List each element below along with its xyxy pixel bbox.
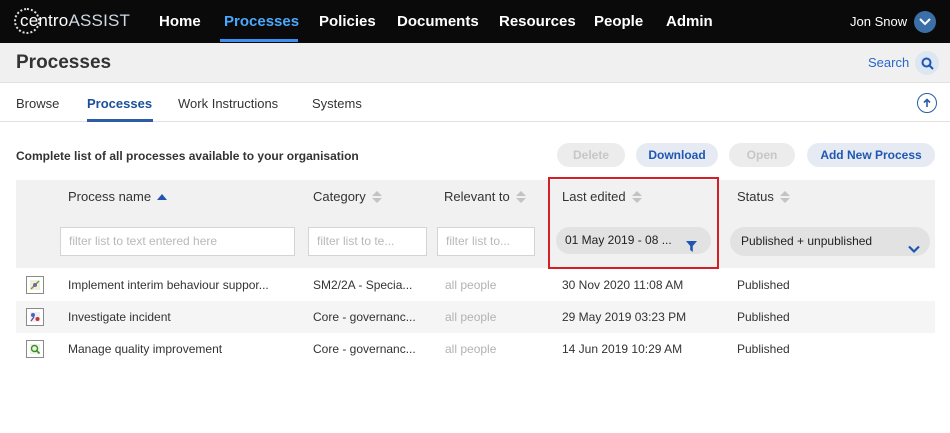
- column-header-category[interactable]: Category: [313, 189, 382, 204]
- last-edited: 29 May 2019 03:23 PM: [562, 310, 687, 324]
- process-name-filter-input[interactable]: filter list to text entered here: [60, 227, 295, 256]
- relevant-to-filter-input[interactable]: filter list to...: [437, 227, 535, 256]
- status-filter-select[interactable]: Published + unpublished: [730, 227, 930, 256]
- process-name[interactable]: Investigate incident: [68, 310, 298, 324]
- nav-resources[interactable]: Resources: [499, 0, 576, 43]
- tab-active-indicator: [87, 119, 153, 122]
- sort-icon: [515, 190, 526, 203]
- table-header: Process name Category Relevant to Last e…: [16, 177, 935, 269]
- search-icon[interactable]: [915, 51, 939, 75]
- column-header-process-name[interactable]: Process name: [68, 189, 168, 204]
- relevant-to: all people: [445, 310, 497, 324]
- table-row[interactable]: Investigate incident Core - governanc...…: [16, 301, 935, 333]
- nav-home[interactable]: Home: [159, 0, 201, 43]
- nav-admin[interactable]: Admin: [666, 0, 713, 43]
- column-header-relevant-to[interactable]: Relevant to: [444, 189, 526, 204]
- download-button[interactable]: Download: [636, 143, 718, 167]
- status: Published: [737, 310, 790, 324]
- process-icon: [26, 308, 44, 326]
- page-title: Processes: [16, 52, 112, 73]
- chevron-down-icon: [908, 236, 920, 265]
- tab-bar: Browse Processes Work Instructions Syste…: [0, 84, 950, 122]
- process-name[interactable]: Implement interim behaviour suppor...: [68, 278, 298, 292]
- process-name[interactable]: Manage quality improvement: [68, 342, 298, 356]
- process-icon: [26, 276, 44, 294]
- sort-icon: [779, 190, 790, 203]
- highlight-box: [548, 177, 719, 269]
- category: Core - governanc...: [313, 310, 416, 324]
- table-row[interactable]: Implement interim behaviour suppor... SM…: [16, 269, 935, 301]
- top-navigation: centroASSIST Home Processes Policies Doc…: [0, 0, 950, 43]
- tab-processes[interactable]: Processes: [87, 96, 152, 111]
- tab-work-instructions[interactable]: Work Instructions: [178, 96, 278, 111]
- open-button[interactable]: Open: [729, 143, 795, 167]
- page-header: Processes Search: [0, 43, 950, 83]
- logo-suffix: ASSIST: [68, 11, 131, 30]
- status-filter-value: Published + unpublished: [741, 234, 873, 248]
- upload-icon[interactable]: [917, 93, 937, 113]
- nav-documents[interactable]: Documents: [397, 0, 479, 43]
- category: Core - governanc...: [313, 342, 416, 356]
- relevant-to: all people: [445, 342, 497, 356]
- last-edited: 14 Jun 2019 10:29 AM: [562, 342, 683, 356]
- status: Published: [737, 278, 790, 292]
- tab-systems[interactable]: Systems: [312, 96, 362, 111]
- search-link[interactable]: Search: [868, 55, 909, 70]
- tab-browse[interactable]: Browse: [16, 96, 59, 111]
- status: Published: [737, 342, 790, 356]
- nav-policies[interactable]: Policies: [319, 0, 376, 43]
- logo-prefix: centro: [20, 11, 69, 30]
- nav-active-indicator: [220, 39, 298, 42]
- list-description: Complete list of all processes available…: [16, 149, 359, 163]
- column-header-status[interactable]: Status: [737, 189, 790, 204]
- category-filter-input[interactable]: filter list to te...: [308, 227, 427, 256]
- last-edited: 30 Nov 2020 11:08 AM: [562, 278, 684, 292]
- add-new-process-button[interactable]: Add New Process: [807, 143, 935, 167]
- sort-ascending-icon: [157, 193, 168, 200]
- nav-processes[interactable]: Processes: [224, 0, 299, 43]
- table-row[interactable]: Manage quality improvement Core - govern…: [16, 333, 935, 365]
- nav-people[interactable]: People: [594, 0, 643, 43]
- relevant-to: all people: [445, 278, 497, 292]
- category: SM2/2A - Specia...: [313, 278, 413, 292]
- process-icon: [26, 340, 44, 358]
- user-name[interactable]: Jon Snow: [850, 0, 907, 43]
- delete-button[interactable]: Delete: [557, 143, 625, 167]
- sort-icon: [371, 190, 382, 203]
- user-menu-chevron-icon[interactable]: [914, 11, 936, 33]
- centroassist-logo[interactable]: centroASSIST: [14, 8, 130, 34]
